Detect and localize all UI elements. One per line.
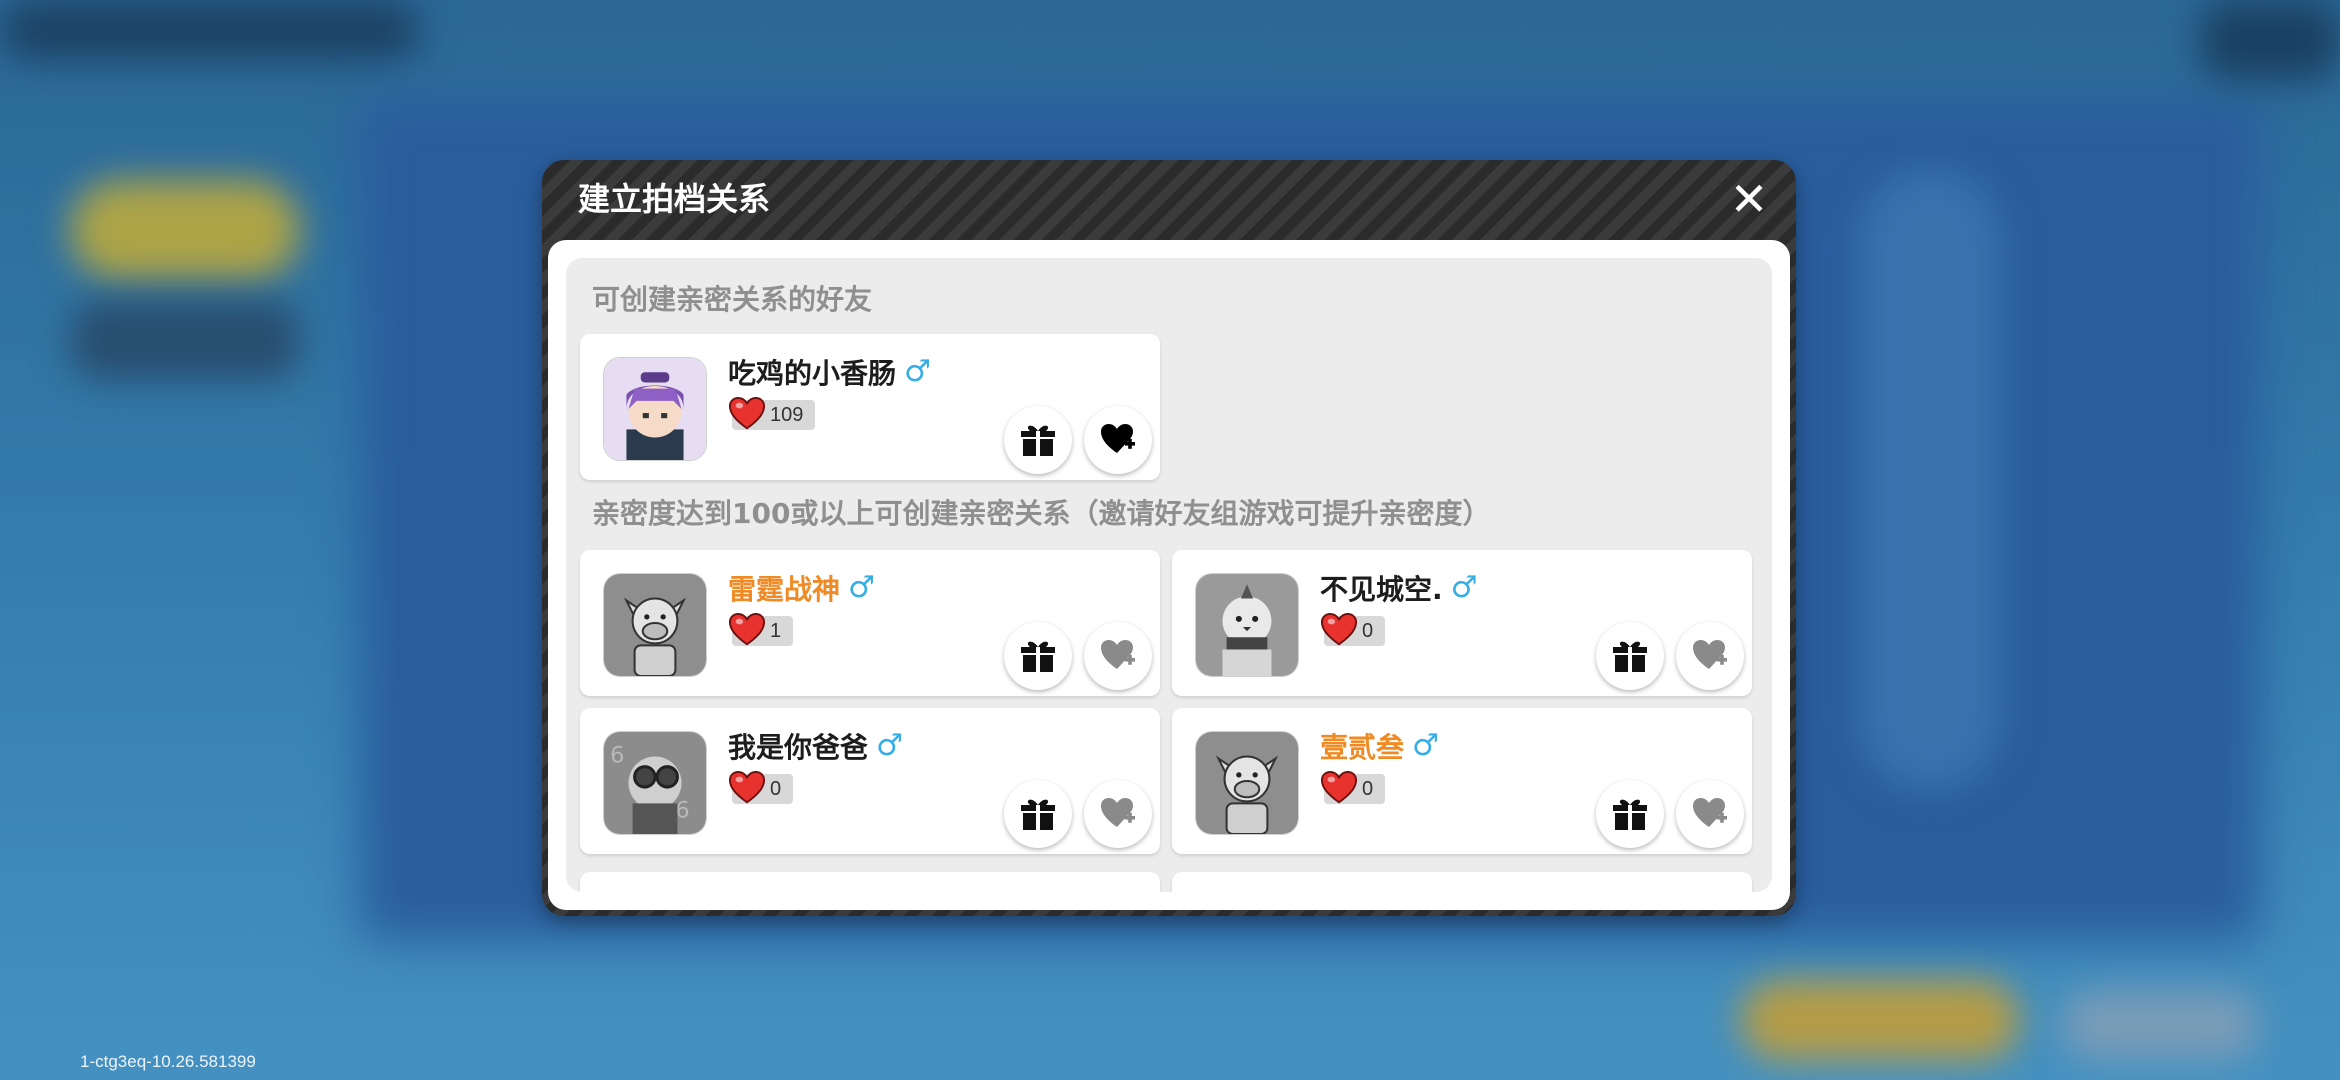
avatar[interactable]	[604, 358, 706, 460]
name-row: 雷霆战神 ♂	[728, 568, 875, 608]
affinity-badge: 1	[728, 612, 794, 646]
male-icon: ♂	[848, 570, 875, 605]
friend-name: 不见城空.	[1320, 573, 1443, 606]
male-icon: ♂	[1450, 570, 1478, 605]
locked-section-title: 亲密度达到100或以上可创建亲密关系（邀请好友组游戏可提升亲密度）	[592, 497, 1491, 530]
affinity-value: 0	[1362, 777, 1374, 800]
name-row: 我是你爸爸 ♂	[728, 726, 903, 766]
send-gift-button[interactable]	[1004, 406, 1072, 474]
gift-icon	[1018, 636, 1058, 676]
avatar[interactable]: 6 6	[604, 732, 706, 834]
male-icon: ♂	[876, 728, 903, 763]
heart-plus-icon	[1098, 794, 1138, 834]
friend-card[interactable]: 吃鸡的小香肠 ♂ 109	[580, 334, 1160, 480]
heart-plus-icon	[1690, 794, 1730, 834]
svg-text:6: 6	[675, 798, 689, 824]
heart-icon	[1320, 612, 1358, 648]
list-item-partial[interactable]	[580, 872, 1160, 892]
name-row: 不见城空. ♂	[1320, 568, 1478, 608]
create-partner-button[interactable]	[1084, 406, 1152, 474]
affinity-value: 109	[770, 403, 804, 426]
close-icon[interactable]: ✕	[1728, 176, 1770, 222]
dialog-body: 可创建亲密关系的好友 吃鸡的小香肠 ♂ 109 亲密度达到100或以上可创建亲密…	[548, 240, 1790, 910]
friend-name: 吃鸡的小香肠	[728, 357, 897, 390]
svg-text:6: 6	[610, 743, 624, 769]
send-gift-button[interactable]	[1596, 780, 1664, 848]
dialog-title: 建立拍档关系	[578, 180, 771, 218]
gift-icon	[1610, 794, 1650, 834]
name-row: 壹贰叁 ♂	[1320, 726, 1439, 766]
avatar[interactable]	[604, 574, 706, 676]
affinity-badge: 0	[728, 770, 794, 804]
male-icon: ♂	[904, 354, 931, 389]
avatar[interactable]	[1196, 732, 1298, 834]
gift-icon	[1018, 420, 1058, 460]
affinity-badge: 0	[1320, 612, 1386, 646]
send-gift-button[interactable]	[1596, 622, 1664, 690]
heart-icon	[728, 396, 766, 432]
friend-card[interactable]: 雷霆战神 ♂ 1	[580, 550, 1160, 696]
affinity-badge: 109	[728, 396, 816, 430]
avatar[interactable]	[1196, 574, 1298, 676]
male-icon: ♂	[1412, 728, 1439, 763]
send-gift-button[interactable]	[1004, 622, 1072, 690]
create-partner-button[interactable]	[1084, 622, 1152, 690]
heart-icon	[1320, 770, 1358, 806]
create-partner-button[interactable]	[1676, 622, 1744, 690]
create-partner-button[interactable]	[1084, 780, 1152, 848]
friend-card[interactable]: 壹贰叁 ♂ 0	[1172, 708, 1752, 854]
version-label: 1-ctg3eq-10.26.581399	[80, 1052, 256, 1071]
friend-name: 壹贰叁	[1320, 731, 1405, 764]
name-row: 吃鸡的小香肠 ♂	[728, 352, 931, 392]
friend-name: 雷霆战神	[728, 573, 841, 606]
heart-plus-icon	[1098, 420, 1138, 460]
heart-plus-icon	[1690, 636, 1730, 676]
send-gift-button[interactable]	[1004, 780, 1072, 848]
friend-card[interactable]: 6 6 我是你爸爸 ♂ 0	[580, 708, 1160, 854]
affinity-badge: 0	[1320, 770, 1386, 804]
friend-card[interactable]: 不见城空. ♂ 0	[1172, 550, 1752, 696]
heart-icon	[728, 612, 766, 648]
gift-icon	[1610, 636, 1650, 676]
available-section-title: 可创建亲密关系的好友	[592, 283, 873, 316]
friend-name: 我是你爸爸	[728, 731, 869, 764]
friends-panel[interactable]: 可创建亲密关系的好友 吃鸡的小香肠 ♂ 109 亲密度达到100或以上可创建亲密…	[566, 258, 1772, 892]
affinity-value: 1	[770, 619, 782, 642]
heart-icon	[728, 770, 766, 806]
list-item-partial[interactable]	[1172, 872, 1752, 892]
create-partner-button[interactable]	[1676, 780, 1744, 848]
partner-dialog: 建立拍档关系 ✕ 可创建亲密关系的好友 吃鸡的小香肠 ♂ 109 亲密度达到10…	[542, 160, 1796, 916]
affinity-value: 0	[1362, 619, 1374, 642]
affinity-value: 0	[770, 777, 782, 800]
gift-icon	[1018, 794, 1058, 834]
heart-plus-icon	[1098, 636, 1138, 676]
